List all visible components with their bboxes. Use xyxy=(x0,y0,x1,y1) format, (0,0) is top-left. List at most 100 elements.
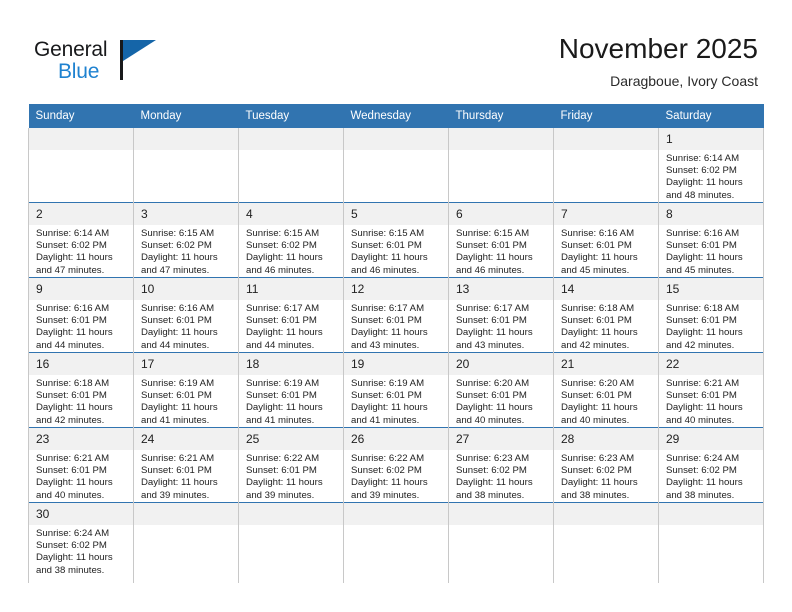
calendar-day-cell[interactable]: 30 Sunrise: 6:24 AM Sunset: 6:02 PM Dayligh… xyxy=(28,502,134,583)
daylight-duration-line2: and 42 minutes. xyxy=(561,339,630,351)
calendar-day-cell[interactable]: 10 Sunrise: 6:16 AM Sunset: 6:01 PM Dayligh… xyxy=(133,277,239,353)
calendar-day-cell[interactable]: 8 Sunrise: 6:16 AM Sunset: 6:01 PM Daylight… xyxy=(658,202,764,278)
sunset-time: Sunset: 6:01 PM xyxy=(351,390,422,402)
calendar-grid: Sunday Monday Tuesday Wednesday Thursday Frid… xyxy=(28,104,764,583)
day-number: 4 xyxy=(239,203,343,225)
calendar-day-cell[interactable]: 12 Sunrise: 6:17 AM Sunset: 6:01 PM Dayligh… xyxy=(343,277,449,353)
sunrise-time: Sunrise: 6:19 AM xyxy=(141,378,215,389)
calendar-day-cell-empty xyxy=(448,502,554,583)
calendar-day-cell[interactable]: 17 Sunrise: 6:19 AM Sunset: 6:01 PM Dayligh… xyxy=(133,352,239,428)
sunrise-time: Sunrise: 6:18 AM xyxy=(666,303,740,314)
daylight-duration-line2: and 39 minutes. xyxy=(351,489,420,501)
daylight-duration-line1: Daylight: 11 hours xyxy=(561,252,638,264)
calendar-day-cell[interactable]: 26 Sunrise: 6:22 AM Sunset: 6:02 PM Dayligh… xyxy=(343,427,449,503)
daylight-duration-line1: Daylight: 11 hours xyxy=(456,327,533,339)
daylight-duration-line1: Daylight: 11 hours xyxy=(141,402,218,414)
calendar-day-cell[interactable]: 18 Sunrise: 6:19 AM Sunset: 6:01 PM Dayligh… xyxy=(238,352,344,428)
calendar-day-cell-empty xyxy=(238,502,344,583)
calendar-day-cell[interactable]: 20 Sunrise: 6:20 AM Sunset: 6:01 PM Dayligh… xyxy=(448,352,554,428)
calendar-day-cell[interactable]: 29 Sunrise: 6:24 AM Sunset: 6:02 PM Dayligh… xyxy=(658,427,764,503)
day-number: 14 xyxy=(554,278,658,300)
calendar-day-cell[interactable]: 11 Sunrise: 6:17 AM Sunset: 6:01 PM Dayligh… xyxy=(238,277,344,353)
day-number: 18 xyxy=(239,353,343,375)
day-number: 29 xyxy=(659,428,763,450)
daylight-duration-line2: and 41 minutes. xyxy=(141,414,210,426)
calendar-body: 1 Sunrise: 6:14 AM Sunset: 6:02 PM Daylight… xyxy=(28,128,764,583)
sunset-time: Sunset: 6:01 PM xyxy=(141,465,212,477)
day-number: 8 xyxy=(659,203,763,225)
daylight-duration-line2: and 39 minutes. xyxy=(141,489,210,501)
calendar-day-cell[interactable]: 24 Sunrise: 6:21 AM Sunset: 6:01 PM Dayligh… xyxy=(133,427,239,503)
day-details: Sunrise: 6:18 AM Sunset: 6:01 PM Daylight:… xyxy=(659,300,763,352)
daylight-duration-line2: and 47 minutes. xyxy=(36,264,105,276)
day-number: 27 xyxy=(449,428,553,450)
calendar-day-cell[interactable]: 7 Sunrise: 6:16 AM Sunset: 6:01 PM Daylight… xyxy=(553,202,659,278)
daylight-duration-line2: and 44 minutes. xyxy=(246,339,315,351)
day-number: 3 xyxy=(134,203,238,225)
calendar-day-cell[interactable]: 22 Sunrise: 6:21 AM Sunset: 6:01 PM Dayligh… xyxy=(658,352,764,428)
sunrise-time: Sunrise: 6:19 AM xyxy=(246,378,320,389)
page-subtitle: Daragboue, Ivory Coast xyxy=(610,73,758,89)
day-details: Sunrise: 6:21 AM Sunset: 6:01 PM Daylight:… xyxy=(659,375,763,427)
daylight-duration-line1: Daylight: 11 hours xyxy=(666,252,743,264)
generalblue-logo[interactable]: General Blue xyxy=(34,38,164,88)
day-number xyxy=(344,128,448,150)
calendar-day-cell[interactable]: 6 Sunrise: 6:15 AM Sunset: 6:01 PM Daylight… xyxy=(448,202,554,278)
calendar-week-row: 23 Sunrise: 6:21 AM Sunset: 6:01 PM Dayligh… xyxy=(28,427,764,503)
calendar-page: General Blue November 2025 Daragboue, Iv… xyxy=(0,0,792,612)
daylight-duration-line1: Daylight: 11 hours xyxy=(561,327,638,339)
daylight-duration-line2: and 44 minutes. xyxy=(36,339,105,351)
calendar-day-cell[interactable]: 5 Sunrise: 6:15 AM Sunset: 6:01 PM Daylight… xyxy=(343,202,449,278)
daylight-duration-line2: and 38 minutes. xyxy=(456,489,525,501)
day-details: Sunrise: 6:16 AM Sunset: 6:01 PM Daylight:… xyxy=(659,225,763,277)
calendar-week-row: 1 Sunrise: 6:14 AM Sunset: 6:02 PM Daylight… xyxy=(28,128,764,203)
daylight-duration-line2: and 40 minutes. xyxy=(36,489,105,501)
calendar-day-cell[interactable]: 14 Sunrise: 6:18 AM Sunset: 6:01 PM Dayligh… xyxy=(553,277,659,353)
day-number: 22 xyxy=(659,353,763,375)
sunset-time: Sunset: 6:01 PM xyxy=(36,465,107,477)
weekday-header-friday: Friday xyxy=(553,104,659,128)
calendar-day-cell[interactable]: 21 Sunrise: 6:20 AM Sunset: 6:01 PM Dayligh… xyxy=(553,352,659,428)
daylight-duration-line1: Daylight: 11 hours xyxy=(36,327,113,339)
sunrise-time: Sunrise: 6:22 AM xyxy=(351,453,425,464)
day-number xyxy=(659,503,763,525)
sunrise-time: Sunrise: 6:15 AM xyxy=(456,228,530,239)
day-number: 1 xyxy=(659,128,763,150)
day-number: 11 xyxy=(239,278,343,300)
daylight-duration-line1: Daylight: 11 hours xyxy=(561,402,638,414)
daylight-duration-line2: and 46 minutes. xyxy=(351,264,420,276)
calendar-day-cell[interactable]: 15 Sunrise: 6:18 AM Sunset: 6:01 PM Dayligh… xyxy=(658,277,764,353)
calendar-day-cell[interactable]: 27 Sunrise: 6:23 AM Sunset: 6:02 PM Dayligh… xyxy=(448,427,554,503)
day-number xyxy=(554,128,658,150)
day-details: Sunrise: 6:21 AM Sunset: 6:01 PM Daylight:… xyxy=(134,450,238,502)
sunset-time: Sunset: 6:01 PM xyxy=(561,390,632,402)
day-number: 12 xyxy=(344,278,448,300)
calendar-day-cell-empty xyxy=(448,128,554,203)
day-number: 24 xyxy=(134,428,238,450)
calendar-day-cell-empty xyxy=(28,128,134,203)
day-number: 26 xyxy=(344,428,448,450)
calendar-day-cell[interactable]: 16 Sunrise: 6:18 AM Sunset: 6:01 PM Dayligh… xyxy=(28,352,134,428)
calendar-day-cell[interactable]: 9 Sunrise: 6:16 AM Sunset: 6:01 PM Daylight… xyxy=(28,277,134,353)
calendar-day-cell[interactable]: 28 Sunrise: 6:23 AM Sunset: 6:02 PM Dayligh… xyxy=(553,427,659,503)
calendar-day-cell[interactable]: 25 Sunrise: 6:22 AM Sunset: 6:01 PM Dayligh… xyxy=(238,427,344,503)
calendar-day-cell-empty xyxy=(343,128,449,203)
calendar-day-cell[interactable]: 2 Sunrise: 6:14 AM Sunset: 6:02 PM Daylight… xyxy=(28,202,134,278)
day-number xyxy=(449,503,553,525)
day-number: 19 xyxy=(344,353,448,375)
day-details: Sunrise: 6:17 AM Sunset: 6:01 PM Daylight:… xyxy=(344,300,448,352)
calendar-day-cell[interactable]: 3 Sunrise: 6:15 AM Sunset: 6:02 PM Daylight… xyxy=(133,202,239,278)
sunrise-time: Sunrise: 6:23 AM xyxy=(456,453,530,464)
calendar-day-cell[interactable]: 19 Sunrise: 6:19 AM Sunset: 6:01 PM Dayligh… xyxy=(343,352,449,428)
day-number: 9 xyxy=(29,278,133,300)
calendar-day-cell-empty xyxy=(133,128,239,203)
calendar-day-cell[interactable]: 23 Sunrise: 6:21 AM Sunset: 6:01 PM Dayligh… xyxy=(28,427,134,503)
calendar-day-cell[interactable]: 13 Sunrise: 6:17 AM Sunset: 6:01 PM Dayligh… xyxy=(448,277,554,353)
daylight-duration-line1: Daylight: 11 hours xyxy=(351,477,428,489)
calendar-day-cell[interactable]: 1 Sunrise: 6:14 AM Sunset: 6:02 PM Daylight… xyxy=(658,128,764,203)
daylight-duration-line1: Daylight: 11 hours xyxy=(141,327,218,339)
daylight-duration-line1: Daylight: 11 hours xyxy=(666,402,743,414)
sunrise-time: Sunrise: 6:14 AM xyxy=(36,228,110,239)
day-number xyxy=(134,503,238,525)
calendar-day-cell[interactable]: 4 Sunrise: 6:15 AM Sunset: 6:02 PM Daylight… xyxy=(238,202,344,278)
